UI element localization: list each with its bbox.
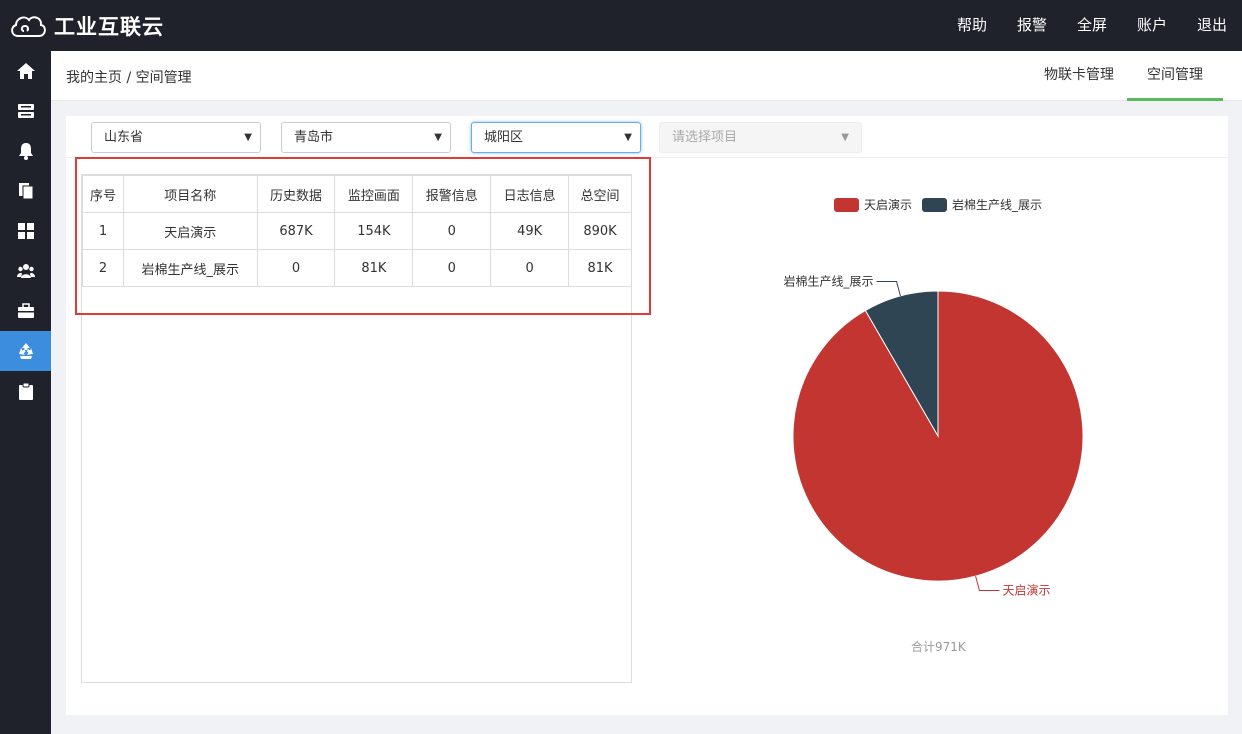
sidebar-item-dashboard[interactable] xyxy=(0,211,51,251)
project-placeholder: 请选择项目 xyxy=(672,130,738,145)
tab-bar: 物联卡管理 空间管理 xyxy=(1031,51,1223,101)
city-value: 青岛市 xyxy=(294,130,334,145)
column-header: 监控画面 xyxy=(334,175,414,213)
legend-label: 天启演示 xyxy=(864,198,913,212)
alarm-link[interactable]: 报警 xyxy=(1002,0,1062,51)
district-value: 城阳区 xyxy=(484,130,524,145)
space-table-container: 序号 项目名称 历史数据 监控画面 报警信息 日志信息 总空间 1 天启演示 6… xyxy=(81,174,632,683)
column-header: 报警信息 xyxy=(412,175,492,213)
column-header: 序号 xyxy=(82,175,124,213)
briefcase-icon xyxy=(17,303,34,318)
breadcrumb-bar: 我的主页 / 空间管理 物联卡管理 空间管理 xyxy=(51,51,1242,101)
sidebar-item-briefcase[interactable] xyxy=(0,291,51,331)
table-row[interactable]: 2 岩棉生产线_展示 0 81K 0 0 81K xyxy=(82,249,632,287)
recycle-icon xyxy=(18,343,33,359)
breadcrumb: 我的主页 / 空间管理 xyxy=(66,70,192,86)
copy-icon xyxy=(18,183,33,200)
province-select[interactable]: 山东省 ▼ xyxy=(91,122,261,153)
legend-label: 岩棉生产线_展示 xyxy=(952,198,1043,212)
help-link[interactable]: 帮助 xyxy=(942,0,1002,51)
table-cell: 1 xyxy=(82,212,124,250)
sidebar xyxy=(0,51,51,734)
column-header: 历史数据 xyxy=(256,175,336,213)
sidebar-item-server[interactable] xyxy=(0,91,51,131)
caret-down-icon: ▼ xyxy=(841,132,849,143)
city-select[interactable]: 青岛市 ▼ xyxy=(281,122,451,153)
table-empty-row xyxy=(82,286,632,314)
bell-icon xyxy=(18,143,33,160)
legend-item[interactable]: 岩棉生产线_展示 xyxy=(922,196,1042,213)
sidebar-item-alarm[interactable] xyxy=(0,131,51,171)
table-cell: 890K xyxy=(568,212,632,250)
caret-down-icon: ▼ xyxy=(434,132,442,143)
pie-slice-label: 天启演示 xyxy=(1002,583,1050,598)
server-icon xyxy=(17,104,34,118)
top-bar: 工业互联云 帮助 报警 全屏 账户 退出 xyxy=(0,0,1242,51)
tab-iot-card[interactable]: 物联卡管理 xyxy=(1031,51,1127,101)
space-table: 序号 项目名称 历史数据 监控画面 报警信息 日志信息 总空间 1 天启演示 6… xyxy=(82,175,632,314)
table-row[interactable]: 1 天启演示 687K 154K 0 49K 890K xyxy=(82,212,632,250)
sidebar-item-clipboard[interactable] xyxy=(0,371,51,411)
clipboard-icon xyxy=(18,382,33,400)
pie-slice-label: 岩棉生产线_展示 xyxy=(784,273,874,288)
sidebar-item-home[interactable] xyxy=(0,51,51,91)
chart-legend: 天启演示 岩棉生产线_展示 xyxy=(834,196,1052,213)
caret-down-icon: ▼ xyxy=(244,132,252,143)
project-select[interactable]: 请选择项目 ▼ xyxy=(659,122,862,153)
pie-label-line xyxy=(975,575,1000,592)
table-cell xyxy=(82,286,632,314)
chart-total-label: 合计971K xyxy=(911,640,966,654)
table-cell: 0 xyxy=(490,249,570,287)
table-cell: 天启演示 xyxy=(122,212,258,250)
table-cell: 2 xyxy=(82,249,124,287)
table-cell: 49K xyxy=(490,212,570,250)
province-value: 山东省 xyxy=(104,130,144,145)
table-cell: 0 xyxy=(412,249,492,287)
table-cell: 0 xyxy=(412,212,492,250)
column-header: 总空间 xyxy=(568,175,632,213)
sidebar-item-users[interactable] xyxy=(0,251,51,291)
table-cell: 81K xyxy=(334,249,414,287)
legend-swatch xyxy=(922,197,948,212)
column-header: 项目名称 xyxy=(122,175,258,213)
fullscreen-link[interactable]: 全屏 xyxy=(1062,0,1122,51)
column-header: 日志信息 xyxy=(490,175,570,213)
filter-bar: 山东省 ▼ 青岛市 ▼ 城阳区 ▼ 请选择项目 ▼ xyxy=(66,116,1228,158)
caret-down-icon: ▼ xyxy=(624,132,632,143)
top-nav: 帮助 报警 全屏 账户 退出 xyxy=(942,0,1242,51)
logo[interactable]: 工业互联云 xyxy=(8,8,164,44)
home-icon xyxy=(16,63,35,79)
tab-space-management[interactable]: 空间管理 xyxy=(1127,51,1223,101)
district-select[interactable]: 城阳区 ▼ xyxy=(471,122,641,153)
table-cell: 0 xyxy=(256,249,336,287)
users-icon xyxy=(16,264,35,278)
account-link[interactable]: 账户 xyxy=(1122,0,1182,51)
dashboard-icon xyxy=(17,223,34,239)
cloud-logo-icon xyxy=(11,16,46,37)
table-header-row: 序号 项目名称 历史数据 监控画面 报警信息 日志信息 总空间 xyxy=(82,175,632,213)
table-cell: 岩棉生产线_展示 xyxy=(122,249,258,287)
table-cell: 81K xyxy=(568,249,632,287)
space-pie-chart: 天启演示 岩棉生产线_展示 xyxy=(784,273,1084,598)
app-title: 工业互联云 xyxy=(54,15,164,39)
legend-swatch xyxy=(834,197,859,212)
table-cell: 154K xyxy=(334,212,414,250)
sidebar-item-copy[interactable] xyxy=(0,171,51,211)
table-cell: 687K xyxy=(256,212,336,250)
pie-label-line xyxy=(876,280,901,297)
logout-link[interactable]: 退出 xyxy=(1182,0,1242,51)
sidebar-item-space[interactable] xyxy=(0,331,51,371)
legend-item[interactable]: 天启演示 xyxy=(834,196,912,213)
